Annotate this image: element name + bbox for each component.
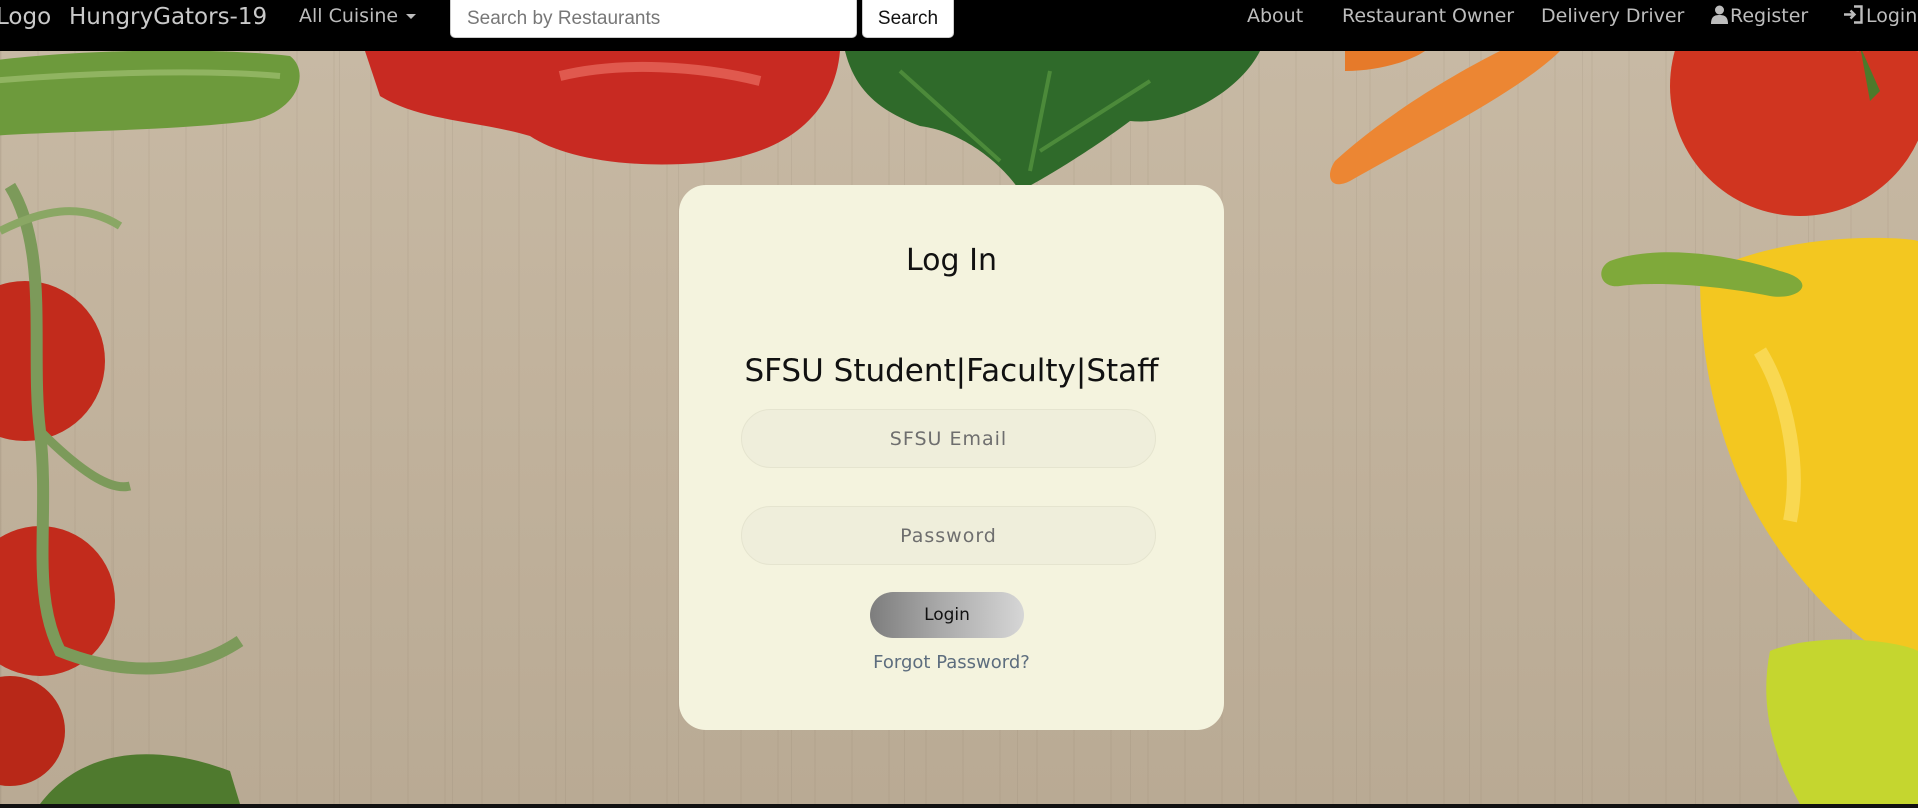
login-title: Log In xyxy=(906,243,997,278)
nav-link-login[interactable]: Login xyxy=(1843,5,1917,29)
password-field[interactable] xyxy=(741,506,1156,565)
restaurant-search-input[interactable] xyxy=(450,0,857,38)
cuisine-dropdown[interactable]: All Cuisine xyxy=(299,5,417,27)
nav-link-register[interactable]: Register xyxy=(1711,5,1808,29)
brand-logo[interactable]: Logo xyxy=(0,4,51,30)
user-icon xyxy=(1711,5,1728,29)
register-label: Register xyxy=(1730,5,1809,27)
login-card: Log In SFSU Student|Faculty|Staff Login … xyxy=(679,185,1224,730)
top-navbar: Logo HungryGators-19 All Cuisine Search … xyxy=(0,0,1918,51)
nav-link-restaurant-owner[interactable]: Restaurant Owner xyxy=(1342,5,1514,27)
login-subtitle: SFSU Student|Faculty|Staff xyxy=(744,353,1159,389)
cuisine-dropdown-label: All Cuisine xyxy=(299,5,399,27)
search-button[interactable]: Search xyxy=(862,0,954,38)
login-button[interactable]: Login xyxy=(870,592,1024,638)
bottom-edge xyxy=(0,804,1918,808)
sign-in-icon xyxy=(1843,5,1864,29)
caret-down-icon xyxy=(406,14,417,19)
brand-name[interactable]: HungryGators-19 xyxy=(69,4,267,30)
nav-link-delivery-driver[interactable]: Delivery Driver xyxy=(1541,5,1684,27)
nav-link-about[interactable]: About xyxy=(1247,5,1303,27)
forgot-password-link[interactable]: Forgot Password? xyxy=(679,652,1224,673)
email-field[interactable] xyxy=(741,409,1156,468)
login-label: Login xyxy=(1866,5,1918,27)
